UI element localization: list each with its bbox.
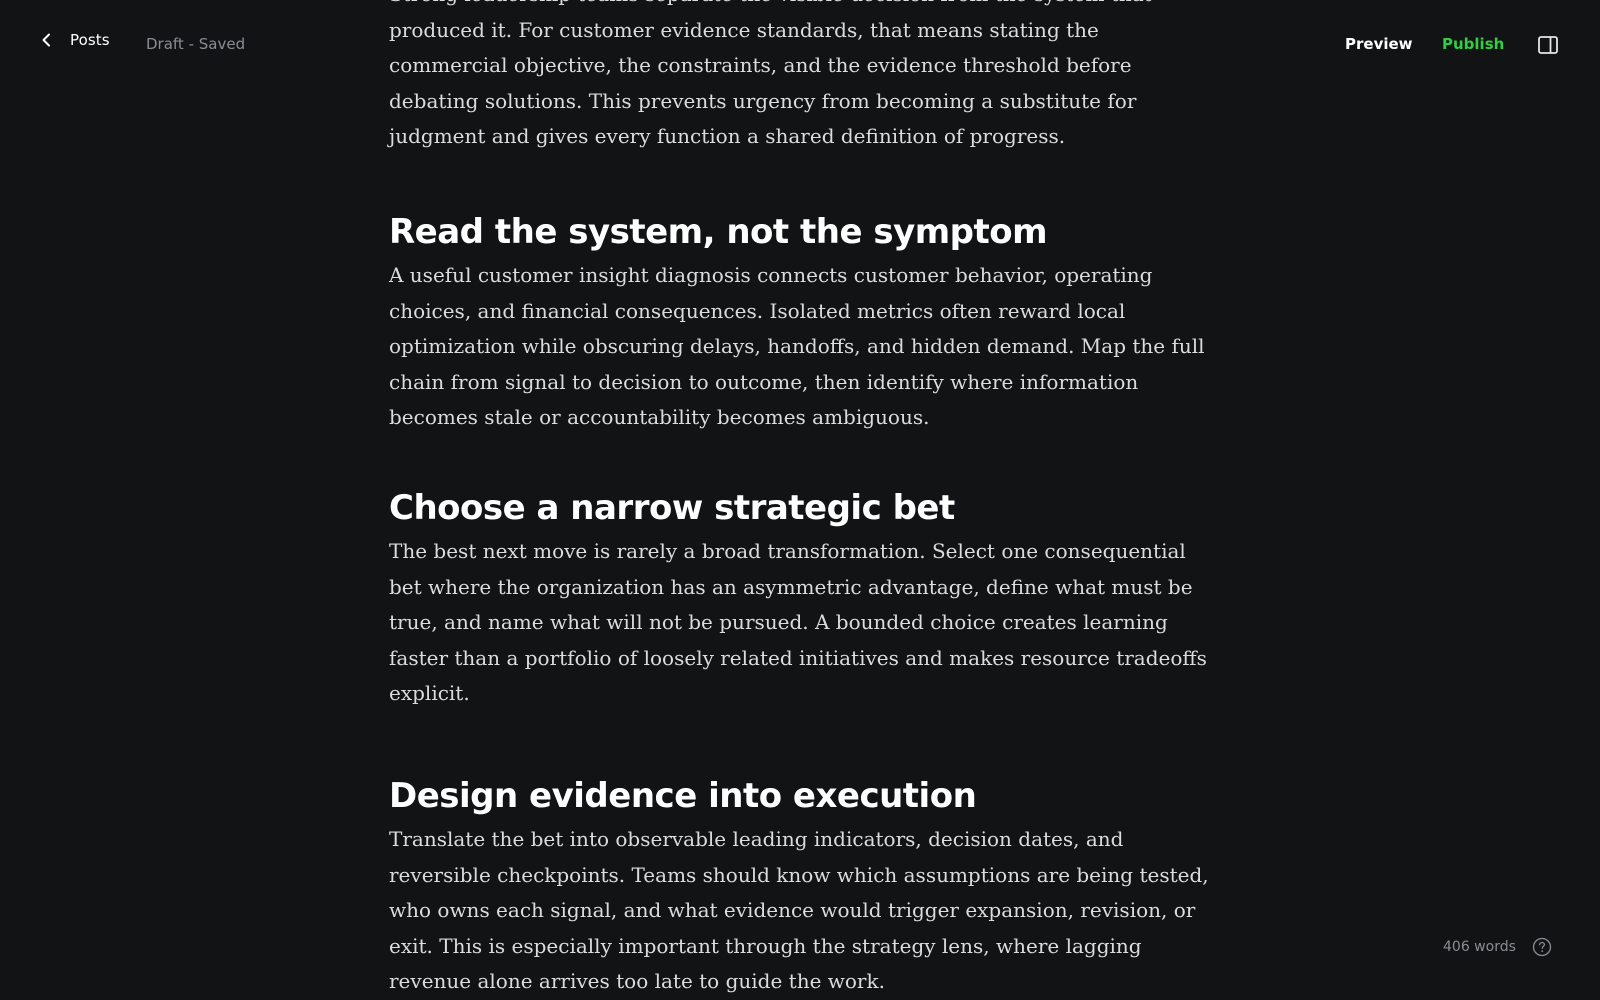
publish-button[interactable]: Publish xyxy=(1442,35,1504,53)
editor-footer: 406 words xyxy=(1443,937,1552,957)
save-status: Draft - Saved xyxy=(146,35,246,53)
section-heading[interactable]: Choose a narrow strategic bet xyxy=(389,486,1219,530)
preview-button[interactable]: Preview xyxy=(1345,35,1413,53)
intro-paragraph[interactable]: Strong leadership teams separate the vis… xyxy=(389,0,1219,155)
word-count: 406 words xyxy=(1443,939,1516,955)
section-heading[interactable]: Read the system, not the symptom xyxy=(389,210,1219,254)
section-paragraph[interactable]: Translate the bet into observable leadin… xyxy=(389,822,1219,1000)
back-label: Posts xyxy=(70,31,110,49)
section-paragraph[interactable]: The best next move is rarely a broad tra… xyxy=(389,534,1219,712)
chevron-left-icon xyxy=(38,31,56,49)
section-paragraph[interactable]: A useful customer insight diagnosis conn… xyxy=(389,258,1219,436)
help-circle-icon[interactable] xyxy=(1532,937,1552,957)
section-heading[interactable]: Design evidence into execution xyxy=(389,774,1219,818)
sidebar-toggle-icon[interactable] xyxy=(1538,36,1558,54)
back-to-posts-button[interactable]: Posts xyxy=(38,31,110,49)
post-editor-content[interactable]: Strong leadership teams separate the vis… xyxy=(389,0,1219,1000)
